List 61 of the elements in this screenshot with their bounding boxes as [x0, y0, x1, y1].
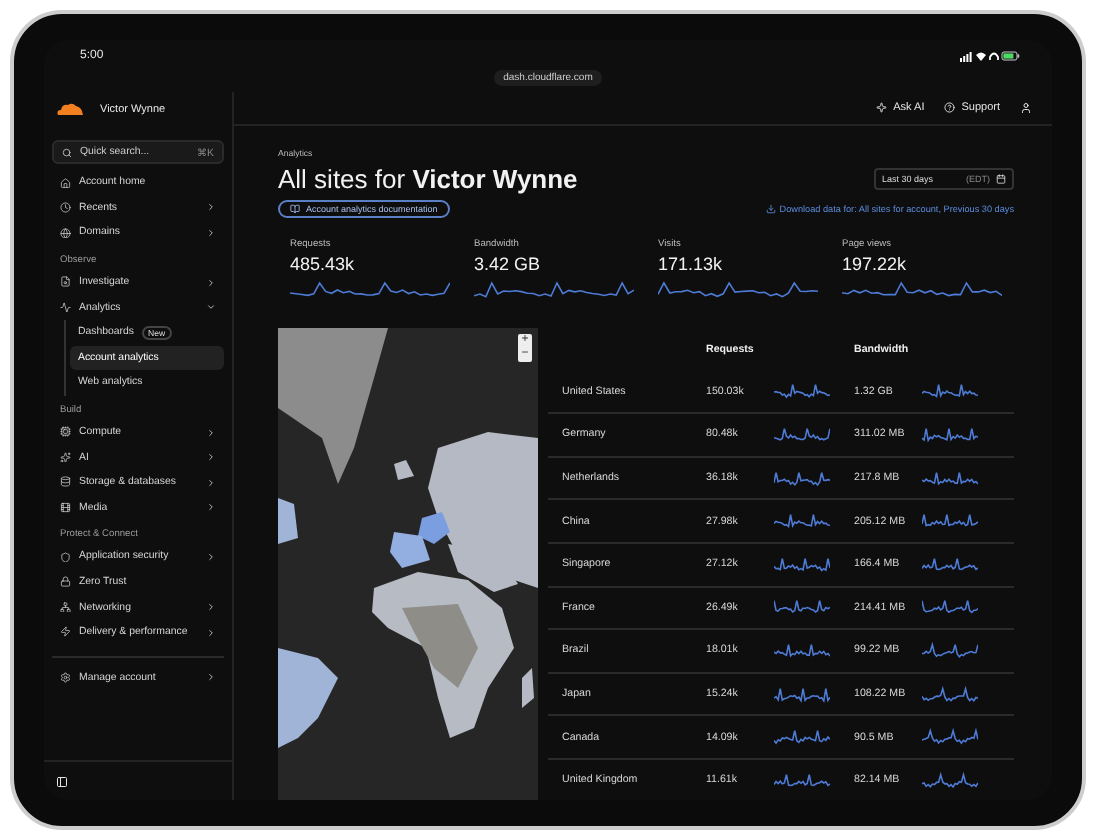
status-icons-drawing — [960, 50, 1020, 62]
sparkline — [922, 382, 978, 401]
book-icon — [290, 204, 300, 214]
help-icon — [944, 102, 956, 114]
cloud-logo — [56, 102, 84, 116]
sparkles-icon — [60, 451, 71, 463]
page-title: All sites for Victor Wynne — [278, 164, 578, 194]
chevron-icon — [206, 602, 216, 613]
stat-value: 171.13k — [658, 254, 725, 274]
lightning-icon — [60, 626, 71, 638]
download-icon — [765, 204, 776, 214]
film-icon — [60, 502, 71, 514]
sparkline — [774, 685, 830, 704]
sparkle-icon — [876, 102, 888, 114]
shield-icon — [60, 551, 71, 563]
chevron-icon — [206, 227, 216, 238]
globe-icon — [60, 227, 71, 239]
chevron-icon — [206, 202, 216, 213]
stat-value: 485.43k — [290, 254, 357, 274]
sparkline — [922, 728, 978, 747]
sparkline — [774, 425, 830, 444]
sparkline — [922, 469, 978, 488]
sparkline — [774, 382, 830, 401]
sidebar-toggle-icon[interactable] — [56, 775, 68, 787]
sparkline — [922, 425, 978, 444]
sparkline — [922, 512, 978, 531]
sparkline — [922, 598, 978, 617]
lock-icon — [60, 576, 71, 588]
chevron-icon — [206, 452, 216, 463]
chevron-icon — [206, 277, 216, 288]
activity-icon — [60, 301, 71, 313]
file-search-icon — [60, 276, 71, 288]
network-icon — [60, 601, 71, 613]
chevron-icon — [206, 627, 216, 638]
chevron-icon — [206, 427, 216, 438]
sparkline — [922, 771, 978, 790]
user-icon[interactable] — [1020, 102, 1032, 114]
sparkline — [922, 555, 978, 574]
sparkline — [774, 728, 830, 747]
sparkline — [922, 641, 978, 660]
gear-icon — [60, 672, 71, 684]
sparkline — [774, 771, 830, 790]
sparkline — [774, 469, 830, 488]
sparkline — [774, 555, 830, 574]
sparkline — [774, 512, 830, 531]
database-icon — [60, 476, 71, 488]
clock-icon — [60, 202, 71, 214]
sparkline — [922, 685, 978, 704]
stat-value: 3.42 GB — [474, 254, 543, 274]
chevron-icon — [206, 477, 216, 488]
chevron-icon — [206, 302, 216, 313]
stat-value: 197.22k — [842, 254, 909, 274]
sparkline — [774, 641, 830, 660]
chip-icon — [60, 426, 71, 438]
sparkline — [774, 598, 830, 617]
home-icon — [60, 177, 71, 189]
chevron-icon — [206, 672, 216, 683]
chevron-icon — [206, 502, 216, 513]
search-icon — [62, 147, 72, 157]
calendar-icon — [996, 174, 1006, 184]
chevron-icon — [206, 551, 216, 562]
